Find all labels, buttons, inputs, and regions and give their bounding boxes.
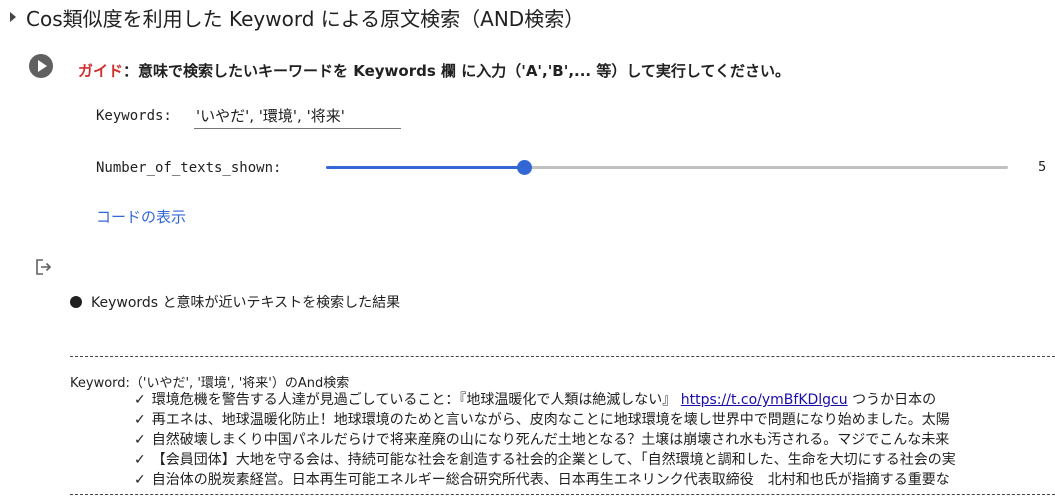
divider-bottom: [70, 494, 1055, 495]
result-row: ✓ 自治体の脱炭素経営。日本再生可能エネルギー総合研究所代表、日本再生エネリンク代…: [134, 470, 1055, 490]
guide-instruction: ：意味で検索したいキーワードを Keywords 欄 に入力（'A','B',.…: [123, 62, 790, 80]
check-icon: ✓: [134, 392, 146, 408]
check-icon: ✓: [134, 412, 146, 428]
slider-thumb[interactable]: [516, 160, 532, 175]
keywords-label: Keywords:: [96, 108, 172, 124]
result-text: 自治体の脱炭素経営。日本再生可能エネルギー総合研究所代表、日本再生エネリンク代表…: [151, 472, 950, 488]
bullet-icon: [70, 296, 82, 308]
num-texts-label: Number_of_texts_shown:: [96, 160, 282, 176]
section-header[interactable]: Cos類似度を利用した Keyword による原文検索（AND検索）: [6, 2, 584, 32]
result-row: ✓ 自然破壊しまくり中国パネルだらけで将来産廃の山になり死んだ土地となる？土壌は崩…: [134, 430, 1055, 450]
result-text-tail: つうか日本の: [847, 392, 937, 408]
num-texts-slider[interactable]: [326, 160, 1008, 175]
run-cell-button[interactable]: [29, 54, 53, 78]
slider-fill: [326, 166, 524, 169]
result-list: ✓ 環境危機を警告する人達が見過ごしていること：『地球温暖化で人類は絶滅しない』 …: [134, 390, 1055, 490]
divider-top: [70, 356, 1055, 357]
result-row: ✓ 環境危機を警告する人達が見過ごしていること：『地球温暖化で人類は絶滅しない』 …: [134, 390, 1055, 410]
check-icon: ✓: [134, 432, 146, 448]
result-heading-text: Keywords と意味が近いテキストを検索した結果: [91, 295, 401, 311]
guide-text: ガイド：意味で検索したいキーワードを Keywords 欄 に入力（'A','B…: [78, 60, 790, 81]
result-link[interactable]: https://t.co/ymBfKDlgcu: [681, 392, 848, 408]
result-text: 自然破壊しまくり中国パネルだらけで将来産廃の山になり死んだ土地となる？土壌は崩壊…: [151, 432, 950, 448]
num-texts-value: 5: [1038, 160, 1047, 175]
show-code-link[interactable]: コードの表示: [96, 206, 186, 227]
result-text: 【会員団体】大地を守る会は、持続可能な社会を創造する社会的企業として、「自然環境…: [151, 452, 956, 468]
check-icon: ✓: [134, 452, 146, 468]
query-line: Keyword:（'いやだ', '環境', '将来'）のAnd検索: [70, 376, 350, 391]
keywords-input[interactable]: [194, 102, 401, 129]
check-icon: ✓: [134, 472, 146, 488]
result-text: 再エネは、地球温暖化防止！地球環境のためと言いながら、皮肉なことに地球環境を壊し…: [151, 412, 950, 428]
play-icon: [38, 60, 47, 72]
section-title: Cos類似度を利用した Keyword による原文検索（AND検索）: [26, 6, 585, 31]
result-row: ✓ 【会員団体】大地を守る会は、持続可能な社会を創造する社会的企業として、「自然環…: [134, 450, 1055, 470]
guide-label: ガイド: [78, 62, 124, 80]
expand-caret-icon[interactable]: [10, 12, 16, 22]
output-icon[interactable]: [34, 258, 52, 276]
result-row: ✓ 再エネは、地球温暖化防止！地球環境のためと言いながら、皮肉なことに地球環境を壊…: [134, 410, 1055, 430]
result-text: 環境危機を警告する人達が見過ごしていること：『地球温暖化で人類は絶滅しない』: [151, 392, 681, 408]
result-heading: Keywords と意味が近いテキストを検索した結果: [70, 292, 400, 312]
